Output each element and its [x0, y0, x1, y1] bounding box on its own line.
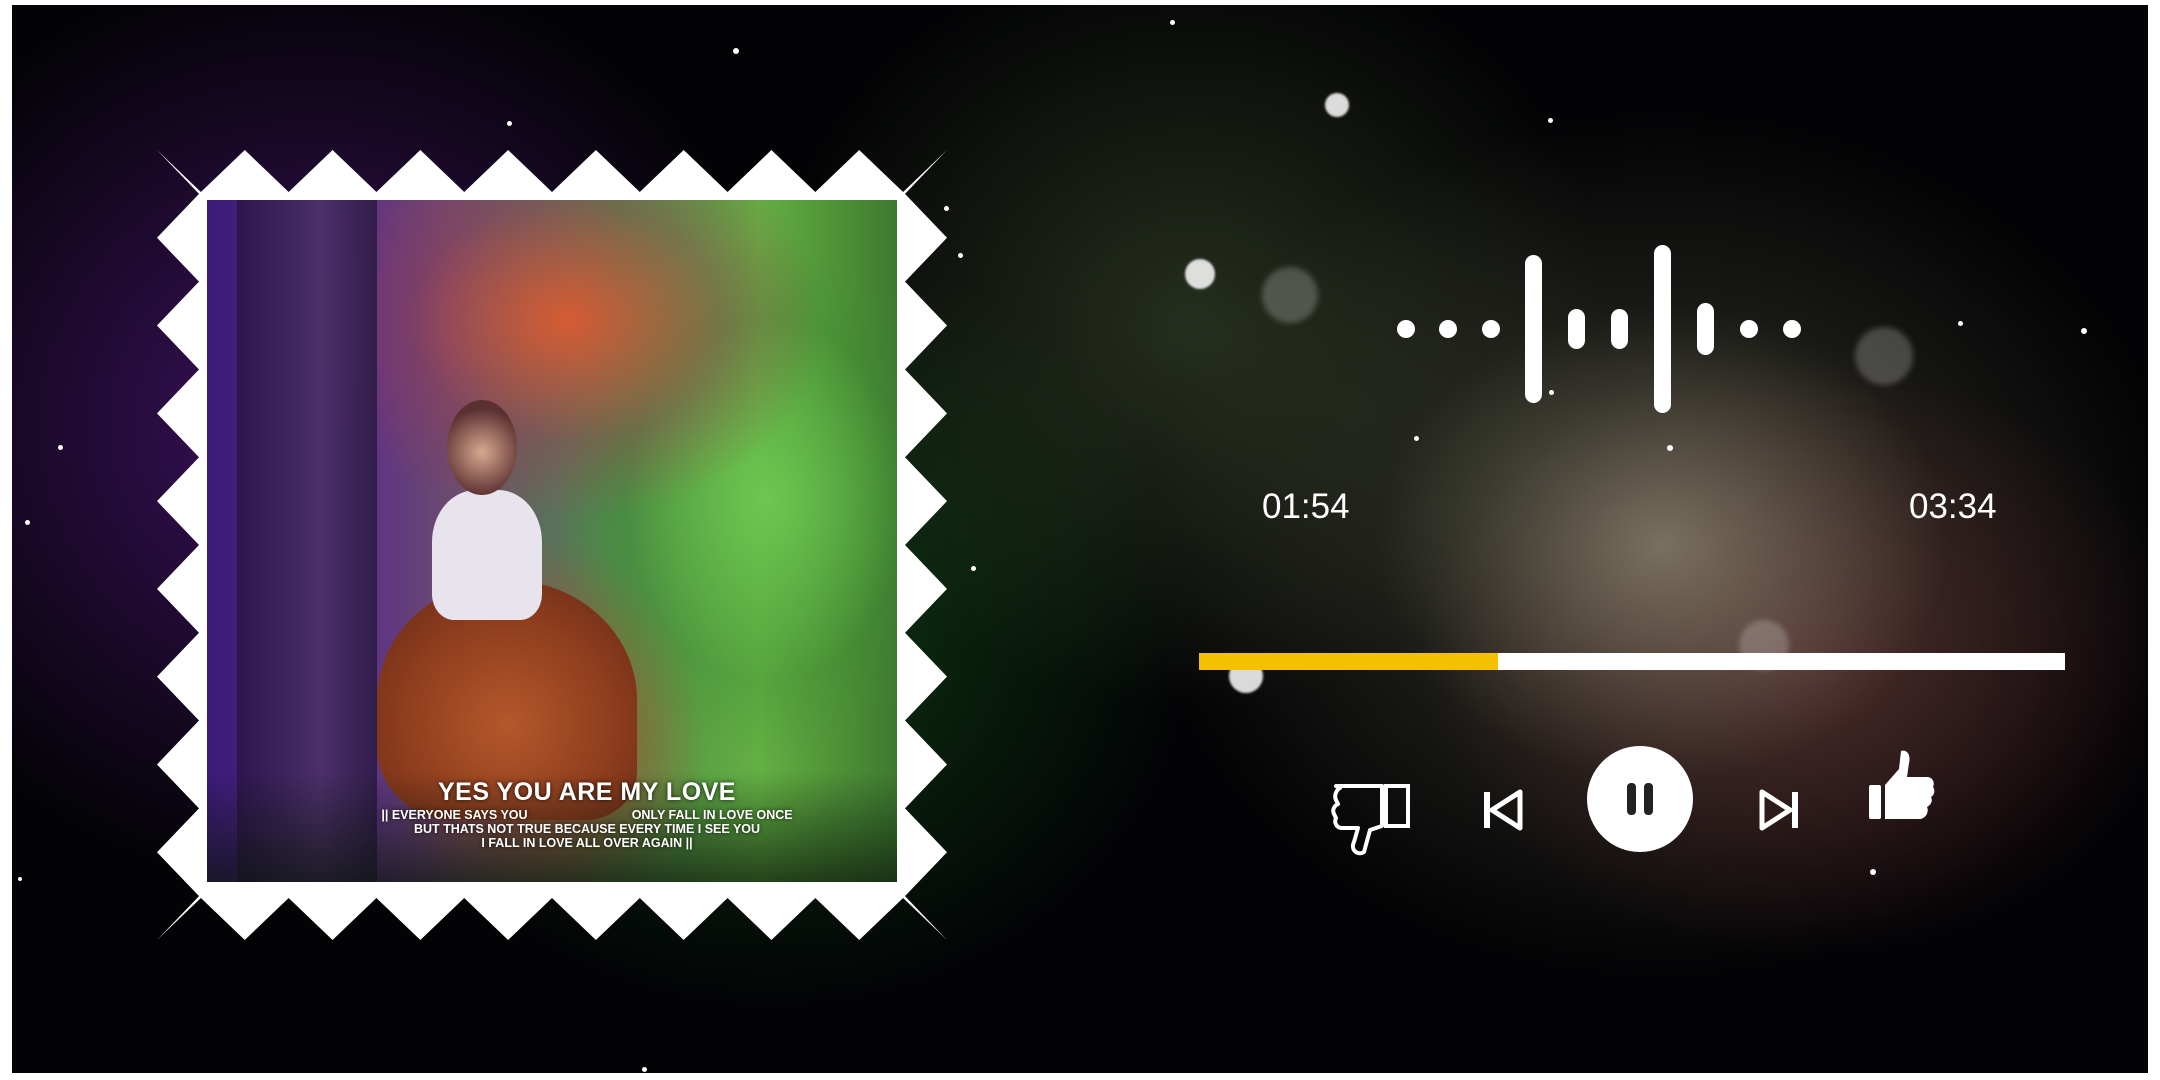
- album-artwork-stamp: YES YOU ARE MY LOVE || EVERYONE SAYS YOU…: [157, 150, 947, 940]
- artwork-caption-line: BUT THATS NOT TRUE BECAUSE EVERY TIME I …: [413, 822, 761, 836]
- artwork-caption-line: I FALL IN LOVE ALL OVER AGAIN ||: [481, 836, 693, 850]
- thumbs-up-icon: [1869, 750, 1935, 819]
- previous-button[interactable]: [1467, 775, 1537, 845]
- pause-icon: [1627, 783, 1653, 815]
- progress-bar[interactable]: [1199, 653, 2065, 670]
- total-duration: 03:34: [1909, 487, 1997, 526]
- skip-next-icon: [1759, 789, 1798, 831]
- wave-bar: [1525, 255, 1542, 403]
- particle: [18, 877, 22, 881]
- elapsed-time: 01:54: [1262, 487, 1350, 526]
- particle: [642, 1067, 647, 1072]
- particle: [1870, 869, 1876, 875]
- audio-waveform-icon: [1397, 245, 1807, 415]
- wave-bar: [1783, 320, 1801, 338]
- pause-button[interactable]: [1587, 746, 1693, 852]
- wave-bar: [1740, 320, 1758, 338]
- artwork-caption-line: || EVERYONE SAYS YOU ONLY FALL IN LOVE O…: [381, 808, 793, 822]
- wave-bar: [1568, 309, 1585, 349]
- next-button[interactable]: [1745, 775, 1815, 845]
- particle: [733, 48, 739, 54]
- wave-bar: [1439, 320, 1457, 338]
- particle: [971, 566, 976, 571]
- bokeh-light: [1855, 327, 1913, 385]
- bokeh-light: [1185, 259, 1215, 289]
- like-button[interactable]: [1857, 740, 1947, 830]
- particle: [58, 445, 63, 450]
- thumbs-down-icon: [1331, 784, 1410, 856]
- particle: [25, 520, 30, 525]
- skip-previous-icon: [1484, 789, 1523, 831]
- particle: [1170, 20, 1175, 25]
- particle: [1548, 118, 1553, 123]
- artwork-figure-head: [447, 400, 517, 495]
- particle: [507, 121, 512, 126]
- particle: [1958, 321, 1963, 326]
- particle: [2081, 328, 2087, 334]
- wave-bar: [1397, 320, 1415, 338]
- bokeh-light: [1262, 267, 1318, 323]
- wave-bar: [1611, 309, 1628, 349]
- wave-bar: [1697, 303, 1714, 355]
- particle: [1414, 436, 1419, 441]
- particle: [1667, 445, 1673, 451]
- dislike-button[interactable]: [1322, 768, 1422, 868]
- wave-bar: [1482, 320, 1500, 338]
- artwork-title: YES YOU ARE MY LOVE: [437, 778, 736, 806]
- player-screen: YES YOU ARE MY LOVE || EVERYONE SAYS YOU…: [12, 5, 2148, 1073]
- progress-fill: [1199, 653, 1498, 670]
- artwork-figure-torso: [432, 490, 542, 620]
- album-artwork: YES YOU ARE MY LOVE || EVERYONE SAYS YOU…: [207, 200, 897, 882]
- particle: [958, 253, 963, 258]
- wave-bar: [1654, 245, 1671, 413]
- bokeh-light: [1325, 93, 1349, 117]
